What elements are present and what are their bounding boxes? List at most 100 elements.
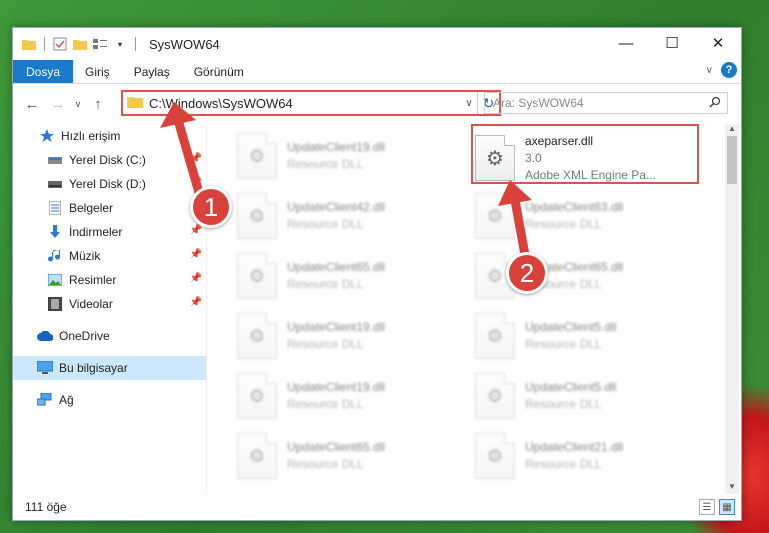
file-name: UpdateClient5.dll — [525, 320, 617, 334]
pin-icon[interactable]: 📌 — [190, 273, 202, 284]
file-name: UpdateClient19.dll — [287, 320, 386, 334]
recent-locations-button[interactable]: ∨ — [71, 91, 85, 117]
sidebar-item-label: İndirmeler — [69, 225, 123, 239]
dll-file-icon: ⚙ — [237, 433, 277, 479]
file-type: Resource DLL — [287, 337, 364, 351]
properties-icon[interactable] — [52, 36, 68, 52]
back-button[interactable]: ← — [19, 91, 45, 117]
sidebar-item-label: Yerel Disk (D:) — [69, 177, 146, 191]
network-icon — [37, 392, 53, 408]
dll-file-icon: ⚙ — [237, 253, 277, 299]
scrollbar-thumb[interactable] — [727, 136, 737, 184]
sidebar-item-label: Videolar — [69, 297, 113, 311]
sidebar-item-local-disk-c[interactable]: Yerel Disk (C:) 📌 — [13, 148, 206, 172]
file-name: UpdateClient19.dll — [287, 140, 386, 154]
file-type: Resource DLL — [525, 217, 602, 231]
file-name: UpdateClient63.dll — [525, 200, 624, 214]
dll-file-icon: ⚙ — [237, 193, 277, 239]
sidebar-item-downloads[interactable]: İndirmeler 📌 — [13, 220, 206, 244]
dll-file-icon: ⚙ — [237, 373, 277, 419]
view-options-icon[interactable] — [92, 36, 108, 52]
sidebar-item-network[interactable]: Ağ — [13, 388, 206, 412]
list-item[interactable]: ⚙ UpdateClient63.dll Resource DLL — [475, 188, 695, 244]
dll-file-icon: ⚙ — [475, 313, 515, 359]
file-name: UpdateClient19.dll — [287, 380, 386, 394]
pin-icon[interactable]: 📌 — [190, 297, 202, 308]
address-path[interactable]: C:\Windows\SysWOW64 — [149, 96, 461, 111]
file-name: UpdateClient5.dll — [525, 380, 617, 394]
sidebar-item-label: Ağ — [59, 393, 74, 407]
up-button[interactable]: ↑ — [85, 91, 111, 117]
sidebar-item-onedrive[interactable]: OneDrive — [13, 324, 206, 348]
list-item[interactable]: ⚙ UpdateClient19.dll Resource DLL — [237, 308, 457, 364]
pin-icon[interactable]: 📌 — [190, 225, 202, 236]
sidebar-item-pictures[interactable]: Resimler 📌 — [13, 268, 206, 292]
star-icon — [39, 128, 55, 144]
search-icon[interactable] — [709, 96, 721, 111]
sidebar-item-music[interactable]: Müzik 📌 — [13, 244, 206, 268]
sidebar-item-this-pc[interactable]: Bu bilgisayar — [13, 356, 206, 380]
list-item[interactable]: ⚙ UpdateClient21.dll Resource DLL — [475, 428, 695, 484]
sidebar-item-label: Belgeler — [69, 201, 114, 215]
sidebar-item-quick-access[interactable]: Hızlı erişim — [13, 124, 206, 148]
file-type: Resource DLL — [287, 157, 364, 171]
window-controls: — ☐ ✕ — [603, 28, 741, 58]
pin-icon[interactable]: 📌 — [190, 177, 202, 188]
download-icon — [47, 224, 63, 240]
dll-file-icon: ⚙ — [475, 373, 515, 419]
details-view-icon[interactable]: ☰ — [699, 499, 715, 515]
file-name: UpdateClient65.dll — [287, 440, 386, 454]
sidebar-item-local-disk-d[interactable]: Yerel Disk (D:) 📌 — [13, 172, 206, 196]
scroll-down-icon[interactable]: ▼ — [725, 482, 739, 494]
expand-ribbon-chevron-icon[interactable]: ∨ — [706, 65, 713, 76]
list-item[interactable]: ⚙ UpdateClient65.dll Resource DLL — [237, 428, 457, 484]
list-item[interactable]: ⚙ UpdateClient5.dll Resource DLL — [475, 308, 695, 364]
sidebar-item-label: OneDrive — [59, 329, 110, 343]
explorer-window: ▾ SysWOW64 — ☐ ✕ Dosya Giriş Paylaş Görü… — [12, 27, 742, 521]
tab-file[interactable]: Dosya — [13, 60, 74, 83]
maximize-button[interactable]: ☐ — [649, 28, 695, 58]
pin-icon[interactable]: 📌 — [190, 153, 202, 164]
sidebar-item-label: Bu bilgisayar — [59, 361, 128, 375]
vertical-scrollbar[interactable]: ▲ ▼ — [725, 124, 739, 494]
tab-home[interactable]: Giriş — [73, 60, 122, 83]
toolbar-separator — [135, 37, 136, 51]
pin-icon[interactable]: 📌 — [190, 249, 202, 260]
address-bar[interactable]: C:\Windows\SysWOW64 ∨ ↻ — [121, 90, 501, 116]
list-item[interactable]: ⚙ UpdateClient19.dll Resource DLL — [237, 368, 457, 424]
forward-button[interactable]: → — [45, 91, 71, 117]
quick-access-toolbar: ▾ — [21, 36, 139, 52]
address-dropdown-icon[interactable]: ∨ — [461, 98, 477, 109]
drive-icon — [47, 176, 63, 192]
list-item[interactable]: ⚙ UpdateClient5.dll Resource DLL — [475, 368, 695, 424]
list-item[interactable]: ⚙ UpdateClient65.dll Resource DLL — [237, 248, 457, 304]
item-count: 111 öğe — [25, 500, 67, 514]
tab-share[interactable]: Paylaş — [122, 60, 182, 83]
new-folder-icon[interactable] — [72, 36, 88, 52]
file-name: UpdateClient42.dll — [287, 200, 386, 214]
arrow-left-icon: ← — [24, 95, 40, 113]
close-button[interactable]: ✕ — [695, 28, 741, 58]
view-toggle: ☰ ▦ — [699, 499, 735, 515]
minimize-button[interactable]: — — [603, 28, 649, 58]
sidebar-item-videos[interactable]: Videolar 📌 — [13, 292, 206, 316]
customize-toolbar-chevron-icon[interactable]: ▾ — [112, 36, 128, 52]
search-placeholder[interactable]: Ara: SysWOW64 — [493, 96, 709, 110]
file-type: Resource DLL — [525, 397, 602, 411]
scroll-up-icon[interactable]: ▲ — [725, 124, 739, 136]
tab-view[interactable]: Görünüm — [182, 60, 256, 83]
folder-icon — [127, 95, 143, 111]
annotation-badge-1: 1 — [190, 186, 232, 228]
search-box[interactable]: Ara: SysWOW64 — [484, 92, 728, 114]
tiles-view-icon[interactable]: ▦ — [719, 499, 735, 515]
sidebar-item-label: Yerel Disk (C:) — [69, 153, 146, 167]
list-item[interactable]: ⚙ UpdateClient19.dll Resource DLL — [237, 128, 457, 184]
sidebar-item-label: Müzik — [69, 249, 101, 263]
sidebar-item-documents[interactable]: Belgeler 📌 — [13, 196, 206, 220]
annotation-badge-2: 2 — [506, 252, 548, 294]
list-item[interactable]: ⚙ UpdateClient42.dll Resource DLL — [237, 188, 457, 244]
dll-file-icon: ⚙ — [237, 133, 277, 179]
help-icon[interactable]: ? — [721, 62, 737, 78]
cloud-icon — [37, 328, 53, 344]
toolbar-separator — [44, 37, 45, 51]
